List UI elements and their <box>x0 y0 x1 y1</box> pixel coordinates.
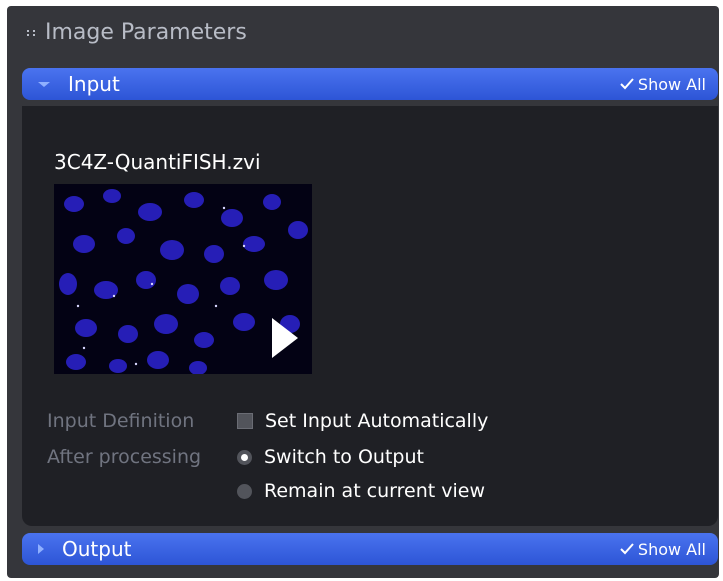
remain-at-current-view-row: Remain at current view <box>237 480 485 502</box>
panel-header[interactable]: Image Parameters <box>27 20 247 45</box>
show-all-label: Show All <box>637 539 706 559</box>
grip-icon[interactable] <box>27 29 35 36</box>
chevron-down-icon[interactable] <box>38 81 50 87</box>
checkmark-icon <box>620 543 634 555</box>
output-show-all-toggle[interactable]: Show All <box>620 540 706 559</box>
show-all-label: Show All <box>637 74 706 94</box>
checkmark-icon <box>620 78 634 90</box>
set-input-automatically-checkbox[interactable] <box>237 413 253 429</box>
chevron-right-icon[interactable] <box>38 544 44 554</box>
file-name: 3C4Z-QuantiFISH.zvi <box>54 150 261 174</box>
input-section-header[interactable]: Input Show All <box>22 68 718 100</box>
input-definition-row: Input Definition Set Input Automatically <box>47 410 488 432</box>
remain-at-current-view-label[interactable]: Remain at current view <box>264 480 485 502</box>
input-definition-label: Input Definition <box>47 410 195 432</box>
input-section-body: 3C4Z-QuantiFISH.zvi Input Definition Set… <box>22 106 718 526</box>
output-section-header[interactable]: Output Show All <box>22 533 718 565</box>
input-show-all-toggle[interactable]: Show All <box>620 75 706 94</box>
after-processing-label: After processing <box>47 446 202 468</box>
input-section-title: Input <box>68 72 120 96</box>
image-thumbnail[interactable] <box>54 184 312 374</box>
remain-at-current-view-radio[interactable] <box>237 483 252 499</box>
switch-to-output-label[interactable]: Switch to Output <box>264 446 424 468</box>
set-input-automatically-label[interactable]: Set Input Automatically <box>265 410 488 432</box>
play-icon[interactable] <box>272 318 298 358</box>
switch-to-output-radio[interactable] <box>237 449 252 465</box>
panel-title: Image Parameters <box>45 20 247 45</box>
after-processing-row: After processing Switch to Output <box>47 446 424 468</box>
image-parameters-panel: Image Parameters Input Show All 3C4Z-Qua… <box>7 6 719 578</box>
output-section-title: Output <box>62 537 132 561</box>
